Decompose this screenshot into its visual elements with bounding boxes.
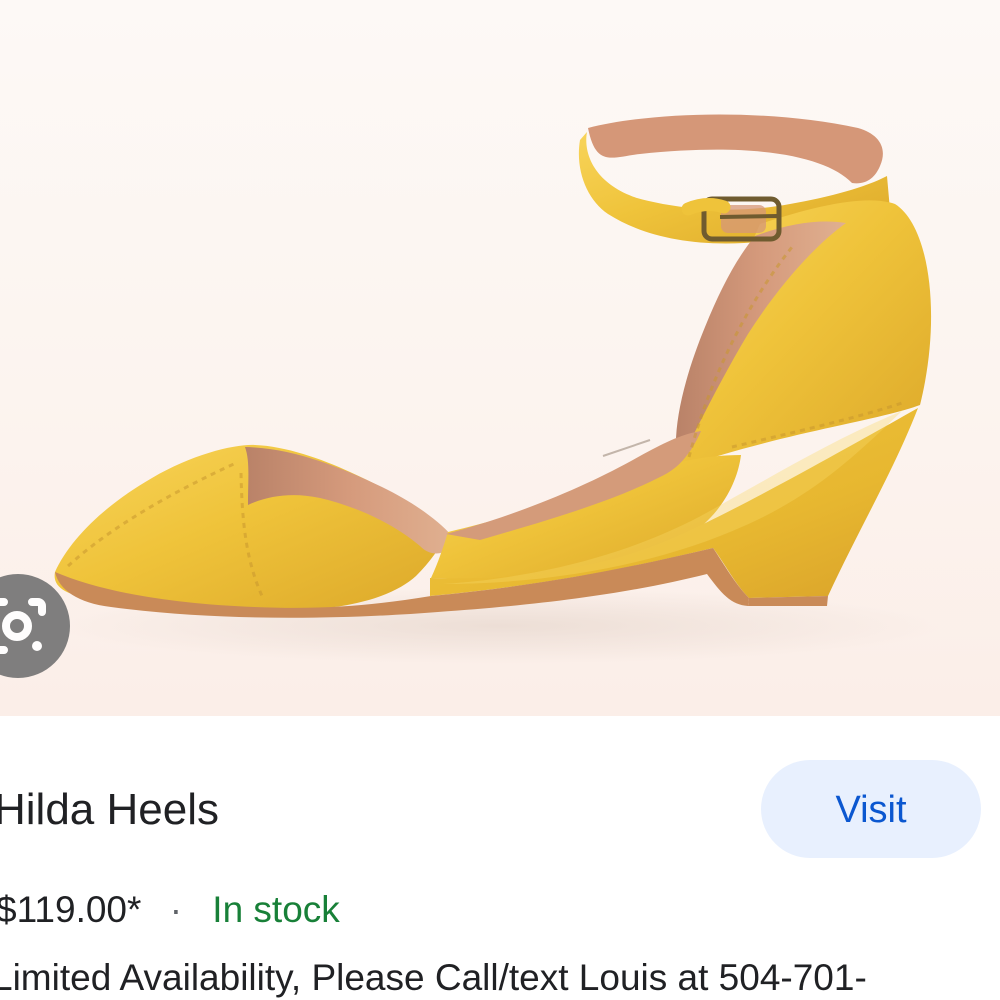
yellow-wedge-sandal-image	[54, 114, 940, 664]
ankle-strap-back	[588, 114, 883, 184]
google-lens-icon	[0, 598, 46, 654]
price-separator: ·	[169, 889, 183, 930]
price-stock-row: $119.00* · In stock	[0, 884, 340, 936]
product-image[interactable]	[0, 0, 1000, 716]
shopping-result-card: Hilda Heels Visit $119.00* · In stock Li…	[0, 0, 1000, 1000]
product-title[interactable]: Hilda Heels	[0, 780, 219, 840]
product-price: $119.00*	[0, 889, 142, 930]
brand-mark	[602, 439, 651, 457]
stock-status: In stock	[212, 889, 340, 930]
product-description: Limited Availability, Please Call/text L…	[0, 957, 867, 998]
visit-button[interactable]: Visit	[761, 760, 981, 858]
